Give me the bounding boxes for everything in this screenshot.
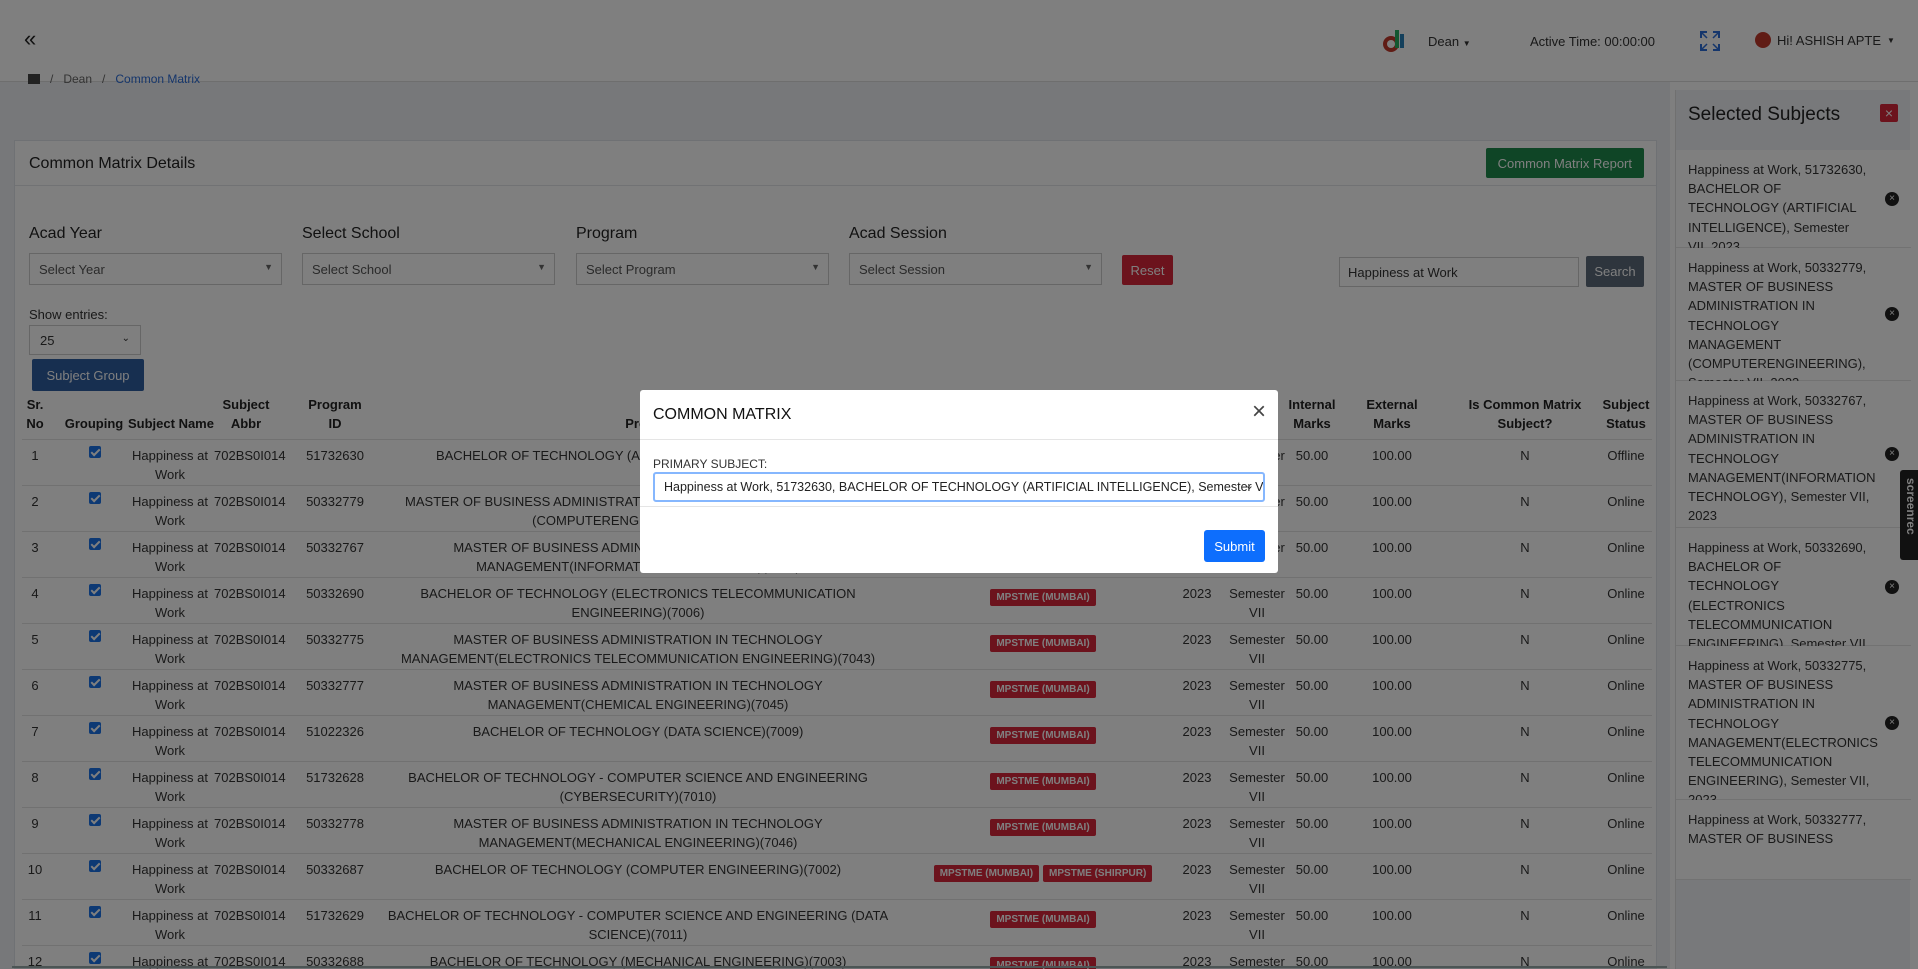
modal-body: PRIMARY SUBJECT: Happiness at Work, 5173… [640, 440, 1278, 507]
common-matrix-modal: COMMON MATRIX × PRIMARY SUBJECT: Happine… [640, 390, 1278, 573]
modal-title: COMMON MATRIX [653, 406, 792, 423]
close-icon[interactable]: × [1252, 400, 1266, 424]
primary-subject-select[interactable]: Happiness at Work, 51732630, BACHELOR OF… [653, 472, 1265, 502]
chevron-down-icon: ⌄ [1244, 480, 1254, 492]
primary-subject-label: PRIMARY SUBJECT: [653, 457, 768, 471]
primary-subject-value: Happiness at Work, 51732630, BACHELOR OF… [664, 480, 1265, 494]
submit-button[interactable]: Submit [1204, 530, 1265, 562]
modal-header: COMMON MATRIX × [640, 390, 1278, 440]
